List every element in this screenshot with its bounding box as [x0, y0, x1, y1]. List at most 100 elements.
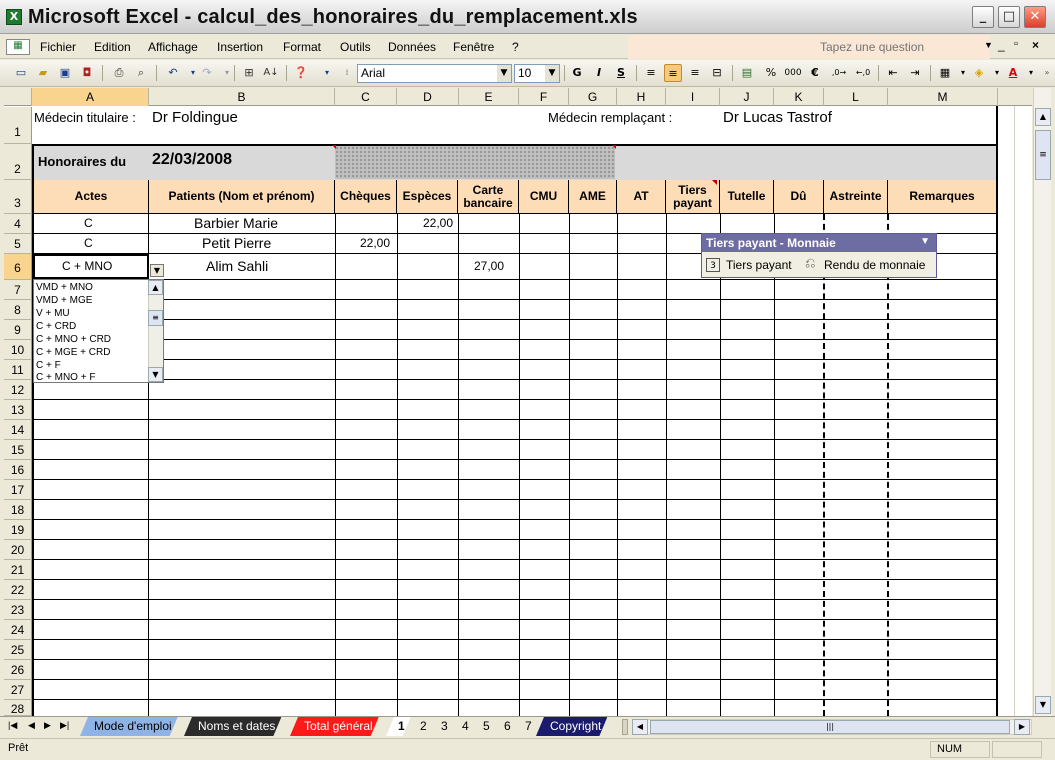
row4-acte[interactable]: C	[84, 216, 93, 230]
tab-1[interactable]: 1	[386, 717, 411, 736]
row-header-14[interactable]: 14	[4, 420, 32, 440]
row-header-24[interactable]: 24	[4, 620, 32, 640]
dropdown-option[interactable]: C + MGE + CRD	[36, 347, 110, 358]
row6-carte[interactable]: 27,00	[462, 259, 504, 273]
dropdown-option[interactable]: V + MU	[36, 308, 70, 319]
tab-6[interactable]: 6	[492, 717, 517, 736]
col-header-d[interactable]: D	[397, 88, 459, 106]
doc-minimize-icon[interactable]: _	[998, 38, 1005, 52]
dropdown-option[interactable]: C + CRD	[36, 321, 76, 332]
shaded-date-area[interactable]	[335, 146, 615, 179]
tab-mode-emploi[interactable]: Mode d'emploi	[80, 717, 178, 736]
font-name-combo[interactable]: Arial ▼	[357, 64, 512, 83]
bold-icon[interactable]: G	[568, 64, 586, 82]
decrease-decimal-icon[interactable]: ←,0	[854, 64, 872, 82]
align-center-icon[interactable]: ≡	[664, 64, 682, 82]
align-left-icon[interactable]: ≡	[642, 64, 660, 82]
row-header-15[interactable]: 15	[4, 440, 32, 460]
col-header-g[interactable]: G	[569, 88, 617, 106]
row4-patient[interactable]: Barbier Marie	[194, 215, 278, 231]
row6-patient[interactable]: Alim Sahli	[206, 258, 268, 274]
toolbar-options-dropdown-icon[interactable]: ▼	[920, 236, 930, 247]
row-header-25[interactable]: 25	[4, 640, 32, 660]
col-header-h[interactable]: H	[617, 88, 666, 106]
prev-sheet-icon[interactable]: ◀	[28, 720, 35, 731]
new-document-icon[interactable]: ▭	[12, 64, 30, 82]
tab-7[interactable]: 7	[513, 717, 538, 736]
hscroll-left-icon[interactable]: ◀	[632, 719, 648, 735]
doc-restore-icon[interactable]: ▫	[1014, 38, 1018, 50]
tab-5[interactable]: 5	[471, 717, 496, 736]
underline-icon[interactable]: S	[612, 64, 630, 82]
col-header-a[interactable]: A	[32, 88, 149, 106]
save-icon[interactable]: ▣	[56, 64, 74, 82]
dropdown-option[interactable]: C + MNO + F	[36, 372, 95, 383]
row5-patient[interactable]: Petit Pierre	[202, 235, 271, 251]
vscroll-down-icon[interactable]: ▼	[1035, 696, 1051, 714]
col-header-k[interactable]: K	[774, 88, 824, 106]
menu-help[interactable]: ?	[512, 40, 519, 54]
header-especes[interactable]: Espèces	[397, 180, 458, 213]
row-header-21[interactable]: 21	[4, 560, 32, 580]
col-header-f[interactable]: F	[519, 88, 569, 106]
row-header-5[interactable]: 5	[4, 234, 32, 254]
close-button[interactable]: ✕	[1024, 6, 1046, 28]
col-header-m[interactable]: M	[888, 88, 998, 106]
font-name-dropdown-icon[interactable]: ▼	[497, 65, 511, 82]
rendu-monnaie-button[interactable]: Rendu de monnaie	[824, 258, 925, 272]
select-all-corner[interactable]	[4, 88, 32, 106]
tab-2[interactable]: 2	[408, 717, 433, 736]
header-ame[interactable]: AME	[569, 180, 617, 213]
print-preview-icon[interactable]: ⌕	[132, 64, 150, 82]
maximize-button[interactable]: □	[998, 6, 1020, 28]
row-header-11[interactable]: 11	[4, 360, 32, 380]
header-cmu[interactable]: CMU	[519, 180, 569, 213]
floating-toolbar[interactable]: Tiers payant - Monnaie ▼ 3 Tiers payant …	[701, 233, 937, 278]
dropdown-option[interactable]: C + F	[36, 360, 61, 371]
menu-fenetre[interactable]: Fenêtre	[453, 40, 494, 54]
row6-acte[interactable]: C + MNO	[62, 259, 112, 273]
menu-fichier[interactable]: Fichier	[40, 40, 76, 54]
vertical-scrollbar[interactable]: ▲ ≡ ▼	[1033, 88, 1051, 716]
row-header-26[interactable]: 26	[4, 660, 32, 680]
col-header-c[interactable]: C	[335, 88, 397, 106]
menu-outils[interactable]: Outils	[340, 40, 371, 54]
header-patients[interactable]: Patients (Nom et prénom)	[149, 180, 335, 213]
header-du[interactable]: Dû	[774, 180, 824, 213]
col-header-e[interactable]: E	[459, 88, 519, 106]
font-size-combo[interactable]: 10 ▼	[514, 64, 560, 83]
row-header-9[interactable]: 9	[4, 320, 32, 340]
ask-dropdown-icon[interactable]: ▼	[984, 40, 993, 50]
ask-question-input[interactable]	[818, 38, 968, 55]
toolbar-grip-icon[interactable]: ⁞	[338, 64, 356, 82]
font-color-icon[interactable]: A	[1004, 64, 1022, 82]
redo-icon[interactable]: ↷	[198, 64, 216, 82]
decrease-indent-icon[interactable]: ⇤	[884, 64, 902, 82]
borders-icon[interactable]: ▦	[936, 64, 954, 82]
align-right-icon[interactable]: ≡	[686, 64, 704, 82]
floating-toolbar-title[interactable]: Tiers payant - Monnaie ▼	[702, 234, 936, 252]
currency-icon[interactable]: ▤	[738, 64, 756, 82]
increase-indent-icon[interactable]: ⇥	[906, 64, 924, 82]
row-header-20[interactable]: 20	[4, 540, 32, 560]
header-cheques[interactable]: Chèques	[335, 180, 397, 213]
row5-acte[interactable]: C	[84, 236, 93, 250]
dropdown-option[interactable]: VMD + MNO	[36, 282, 93, 293]
toolbar-options-icon[interactable]: ▾	[318, 64, 336, 82]
next-sheet-icon[interactable]: ▶	[44, 720, 51, 731]
row-header-8[interactable]: 8	[4, 300, 32, 320]
row-header-3[interactable]: 3	[4, 180, 32, 214]
font-size-dropdown-icon[interactable]: ▼	[545, 65, 559, 82]
vscroll-up-icon[interactable]: ▲	[1035, 108, 1051, 126]
header-carte[interactable]: Carte bancaire	[458, 180, 519, 213]
tab-total-general[interactable]: Total général	[290, 717, 379, 736]
col-header-i[interactable]: I	[666, 88, 720, 106]
header-actes[interactable]: Actes	[34, 180, 149, 213]
header-at[interactable]: AT	[617, 180, 666, 213]
italic-icon[interactable]: I	[590, 64, 608, 82]
tab-split-handle[interactable]	[622, 719, 628, 735]
row-header-18[interactable]: 18	[4, 500, 32, 520]
tab-4[interactable]: 4	[450, 717, 475, 736]
fill-color-icon[interactable]: ◈	[970, 64, 988, 82]
first-sheet-icon[interactable]: |◀	[8, 720, 17, 731]
